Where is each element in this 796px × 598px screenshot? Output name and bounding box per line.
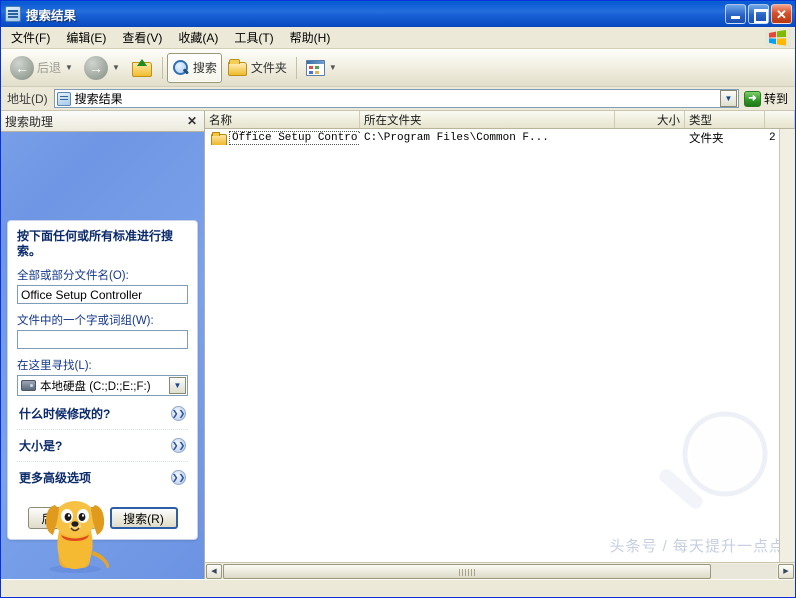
views-grid-icon [305,59,325,76]
address-bar: 地址(D) 搜索结果 ▼ ➜ 转到 [1,87,795,111]
watermark-text: 头条号 / 每天提升一点点 [609,538,785,555]
up-folder-icon [131,58,153,78]
section-size[interactable]: 大小是? ❯❯ [17,430,188,462]
filename-input[interactable] [17,285,188,304]
row-name-cell: Office Setup Controller [205,130,360,145]
menu-bar: 文件(F) 编辑(E) 查看(V) 收藏(A) 工具(T) 帮助(H) [1,27,795,49]
toolbar-separator-2 [295,56,297,79]
maximize-button[interactable] [748,4,769,24]
column-name[interactable]: 名称 [205,111,360,128]
lookin-select[interactable]: 本地硬盘 (C:;D:;E:;F:) ▼ [17,375,188,396]
file-rows: Office Setup Controller C:\Program Files… [205,129,795,562]
column-headers: 名称 所在文件夹 大小 类型 [205,111,795,129]
views-button[interactable]: ▼ [301,53,342,83]
forward-button[interactable]: → ▼ [79,53,125,83]
word-label: 文件中的一个字或词组(W): [17,315,154,327]
section-date-modified-label: 什么时候修改的? [19,407,111,421]
title-bar: 搜索结果 ✕ [1,1,795,27]
back-button[interactable]: ← 后退 ▼ [5,53,78,83]
search-pane-close-icon[interactable]: ✕ [184,114,200,128]
go-button-label: 转到 [763,92,788,106]
search-companion-pane: 搜索助理 ✕ 按下面任何或所有标准进行搜索。 全部或部分文件名(O): 文件中的… [1,111,205,579]
window-icon [5,6,21,22]
magnifier-watermark [659,411,768,509]
minimize-button[interactable] [725,4,746,24]
search-dog-assistant[interactable] [27,491,123,575]
toolbar-separator [161,56,163,79]
address-dropdown-icon[interactable]: ▼ [719,90,737,107]
row-name: Office Setup Controller [229,130,360,145]
address-label: 地址(D) [7,92,48,106]
menu-help[interactable]: 帮助(H) [282,27,339,48]
vertical-scrollbar[interactable] [779,129,795,562]
row-type: 文件夹 [689,132,724,145]
lookin-value: 本地硬盘 (C:;D:;E:;F:) [40,380,151,393]
horizontal-scrollbar[interactable]: ◀ ▶ [205,562,795,579]
menu-edit[interactable]: 编辑(E) [58,27,114,48]
close-button[interactable]: ✕ [771,4,792,24]
section-date-modified[interactable]: 什么时候修改的? ❯❯ [17,398,188,430]
scroll-right-button[interactable]: ▶ [778,563,794,579]
chevron-down-icon[interactable]: ❯❯ [171,470,186,485]
column-date-modified[interactable] [765,111,795,128]
section-size-label: 大小是? [19,439,63,453]
column-size[interactable]: 大小 [615,111,685,128]
forward-dropdown-icon[interactable]: ▼ [112,63,120,72]
folders-button-label: 文件夹 [250,61,287,75]
filename-label: 全部或部分文件名(O): [17,270,129,282]
status-bar [1,579,795,597]
scroll-thumb[interactable] [223,563,711,579]
search-prompt: 按下面任何或所有标准进行搜索。 [17,229,174,258]
views-dropdown-icon[interactable]: ▼ [329,63,337,72]
search-pane-header: 搜索助理 ✕ [1,111,204,132]
section-advanced-label: 更多高级选项 [19,471,92,485]
back-dropdown-icon[interactable]: ▼ [65,63,73,72]
address-input[interactable]: 搜索结果 ▼ [53,89,739,108]
search-button[interactable]: 搜索 [166,52,222,83]
up-button[interactable] [126,53,158,83]
lookin-dropdown-icon[interactable]: ▼ [169,377,186,394]
back-button-label: 后退 [37,61,62,75]
scroll-track[interactable] [223,563,777,579]
window-title: 搜索结果 [26,8,77,23]
scroll-left-button[interactable]: ◀ [206,563,222,579]
menu-file[interactable]: 文件(F) [3,27,58,48]
go-button[interactable]: ➜ 转到 [742,89,792,109]
search-button-label: 搜索 [192,61,217,75]
chevron-down-icon[interactable]: ❯❯ [171,438,186,453]
column-type[interactable]: 类型 [685,111,765,128]
window-controls: ✕ [725,4,792,24]
forward-arrow-icon: → [83,55,108,80]
column-in-folder[interactable]: 所在文件夹 [360,111,615,128]
word-input[interactable] [17,330,188,349]
address-page-icon [56,91,71,106]
table-row[interactable]: Office Setup Controller C:\Program Files… [205,129,795,146]
menu-favorites[interactable]: 收藏(A) [170,27,226,48]
section-advanced[interactable]: 更多高级选项 ❯❯ [17,462,188,493]
toolbar: ← 后退 ▼ → ▼ 搜索 文件夹 ▼ [1,49,795,87]
menu-tools[interactable]: 工具(T) [226,27,281,48]
drive-icon [21,380,36,391]
chevron-down-icon[interactable]: ❯❯ [171,406,186,421]
scroll-grip [458,568,475,576]
magnifier-icon [172,59,190,77]
back-arrow-icon: ← [10,55,34,80]
address-value: 搜索结果 [74,92,123,106]
folder-icon [227,59,248,76]
search-pane-body: 按下面任何或所有标准进行搜索。 全部或部分文件名(O): 文件中的一个字或词组(… [1,132,204,579]
menu-view[interactable]: 查看(V) [114,27,170,48]
row-folder: C:\Program Files\Common F... [364,131,549,144]
windows-logo-icon [765,29,791,47]
lookin-label: 在这里寻找(L): [17,360,92,372]
search-pane-title: 搜索助理 [5,114,54,129]
folder-icon [211,131,227,145]
go-arrow-icon: ➜ [743,90,761,107]
search-results-window: 搜索结果 ✕ 文件(F) 编辑(E) 查看(V) 收藏(A) 工具(T) 帮助(… [0,0,796,598]
main-body: 搜索助理 ✕ 按下面任何或所有标准进行搜索。 全部或部分文件名(O): 文件中的… [1,111,795,579]
folders-button[interactable]: 文件夹 [223,53,292,83]
file-list-pane: 名称 所在文件夹 大小 类型 Office Setup Controller C… [205,111,795,579]
